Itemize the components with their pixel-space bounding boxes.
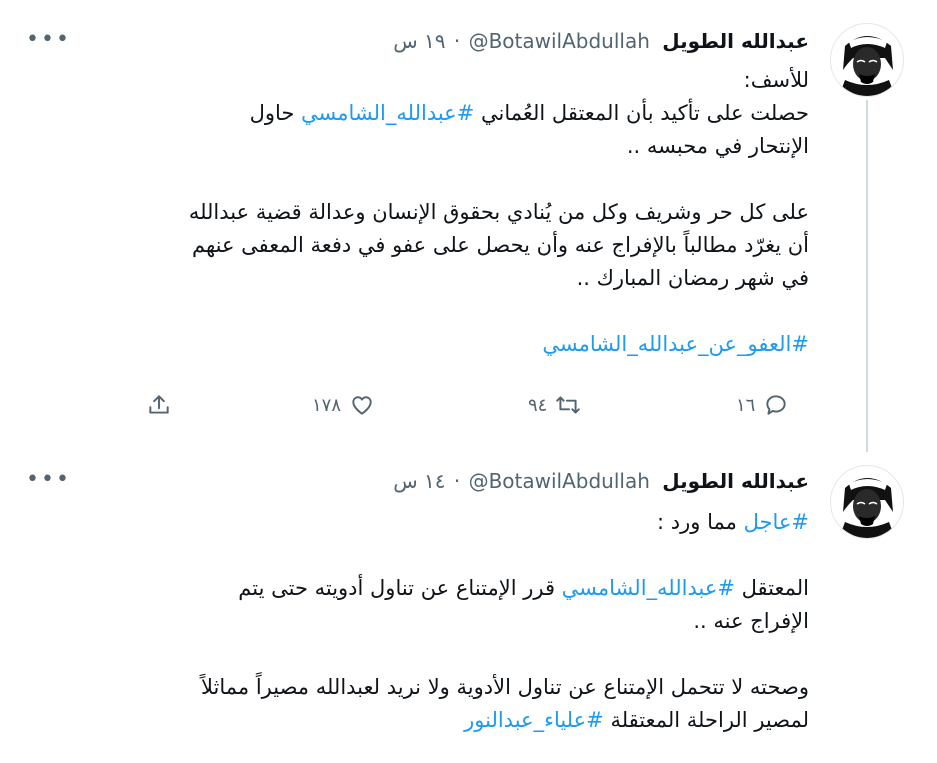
tweet-actions: ١٦ ٩٤ ١٧٨ — [0, 388, 937, 422]
author-handle[interactable]: @BotawilAbdullah — [469, 469, 650, 493]
hashtag-link[interactable]: #عاجل — [744, 510, 809, 534]
avatar[interactable] — [830, 465, 904, 539]
tweet-text-segment: أن يغرّد مطالباً بالإفراج عنه وأن يحصل ع… — [191, 233, 809, 257]
tweet-text-line: في شهر رمضان المبارك .. — [29, 262, 809, 295]
tweet-text-line: على كل حر وشريف وكل من يُنادي بحقوق الإن… — [29, 196, 809, 229]
timestamp[interactable]: ١٤ س — [393, 469, 445, 493]
separator-dot: · — [453, 29, 461, 53]
tweet-1[interactable]: عبدالله الطويل @BotawilAbdullah · ١٩ س •… — [0, 0, 937, 452]
tweet-text-segment: قرر الإمتناع عن تناول أدويته حتى يتم — [238, 576, 562, 600]
tweet-text-line: #عاجل مما ورد : — [29, 506, 809, 539]
tweet-text-line: الإفراج عنه .. — [29, 605, 809, 638]
reply-count: ١٦ — [736, 394, 756, 416]
hashtag-link[interactable]: #عبدالله_الشامسي — [301, 101, 474, 125]
tweet-text-line: وصحته لا تتحمل الإمتناع عن تناول الأدوية… — [29, 671, 809, 704]
tweet-text-line: المعتقل #عبدالله_الشامسي قرر الإمتناع عن… — [29, 572, 809, 605]
profile-photo-icon — [839, 478, 895, 538]
like-button[interactable]: ١٧٨ — [304, 388, 375, 422]
reply-button[interactable]: ١٦ — [728, 388, 789, 422]
tweet-text-segment: الإفراج عنه .. — [693, 609, 809, 633]
share-icon — [149, 395, 169, 414]
reply-icon — [766, 395, 786, 415]
tweet-text-line: حصلت على تأكيد بأن المعتقل العُماني #عبد… — [29, 97, 809, 130]
more-options-icon[interactable]: ••• — [26, 469, 69, 491]
author-handle[interactable]: @BotawilAbdullah — [469, 29, 650, 53]
tweet-text-line: للأسف: — [29, 64, 809, 97]
like-count: ١٧٨ — [312, 394, 342, 416]
tweet-text: للأسف: حصلت على تأكيد بأن المعتقل العُمان… — [29, 64, 809, 361]
avatar[interactable] — [830, 23, 904, 97]
timestamp[interactable]: ١٩ س — [393, 29, 445, 53]
hashtag-link[interactable]: #العفو_عن_عبدالله_الشامسي — [542, 332, 809, 356]
tweet-text-segment: على كل حر وشريف وكل من يُنادي بحقوق الإن… — [188, 200, 809, 224]
tweet-text-line: لمصير الراحلة المعتقلة #علياء_عبدالنور — [29, 704, 809, 737]
tweet-text-segment: لمصير الراحلة المعتقلة — [603, 708, 809, 732]
author-name[interactable]: عبدالله الطويل — [662, 469, 809, 493]
tweet-text-segment: حاول — [249, 101, 302, 125]
profile-photo-icon — [839, 36, 895, 96]
heart-icon — [352, 396, 372, 415]
retweet-count: ٩٤ — [528, 394, 548, 416]
tweet-2[interactable]: عبدالله الطويل @BotawilAbdullah · ١٤ س •… — [0, 452, 937, 763]
tweet-text-segment: المعتقل — [734, 576, 809, 600]
more-options-icon[interactable]: ••• — [26, 29, 69, 51]
author-name[interactable]: عبدالله الطويل — [662, 29, 809, 53]
tweet-text-segment: حصلت على تأكيد بأن المعتقل العُماني — [474, 101, 809, 125]
retweet-icon — [556, 396, 581, 414]
hashtag-link[interactable]: #علياء_عبدالنور — [464, 708, 604, 732]
tweet-text-segment: للأسف: — [743, 68, 809, 92]
tweet-text-segment: في شهر رمضان المبارك .. — [576, 266, 809, 290]
tweet-text-segment: مما ورد : — [657, 510, 744, 534]
tweet-text-segment: وصحته لا تتحمل الإمتناع عن تناول الأدوية… — [200, 675, 809, 699]
tweet-text-line: #العفو_عن_عبدالله_الشامسي — [29, 328, 809, 361]
tweet-header: عبدالله الطويل @BotawilAbdullah · ١٤ س — [393, 466, 809, 496]
tweet-text-segment: الإنتحار في محبسه .. — [626, 134, 809, 158]
tweet-text: #عاجل مما ورد : المعتقل #عبدالله_الشامسي … — [29, 506, 809, 737]
share-button[interactable] — [146, 388, 172, 422]
tweet-text-line: الإنتحار في محبسه .. — [29, 130, 809, 163]
tweet-header: عبدالله الطويل @BotawilAbdullah · ١٩ س — [393, 26, 809, 56]
hashtag-link[interactable]: #عبدالله_الشامسي — [562, 576, 735, 600]
retweet-button[interactable]: ٩٤ — [520, 388, 581, 422]
tweet-text-line: أن يغرّد مطالباً بالإفراج عنه وأن يحصل ع… — [29, 229, 809, 262]
separator-dot: · — [453, 469, 461, 493]
